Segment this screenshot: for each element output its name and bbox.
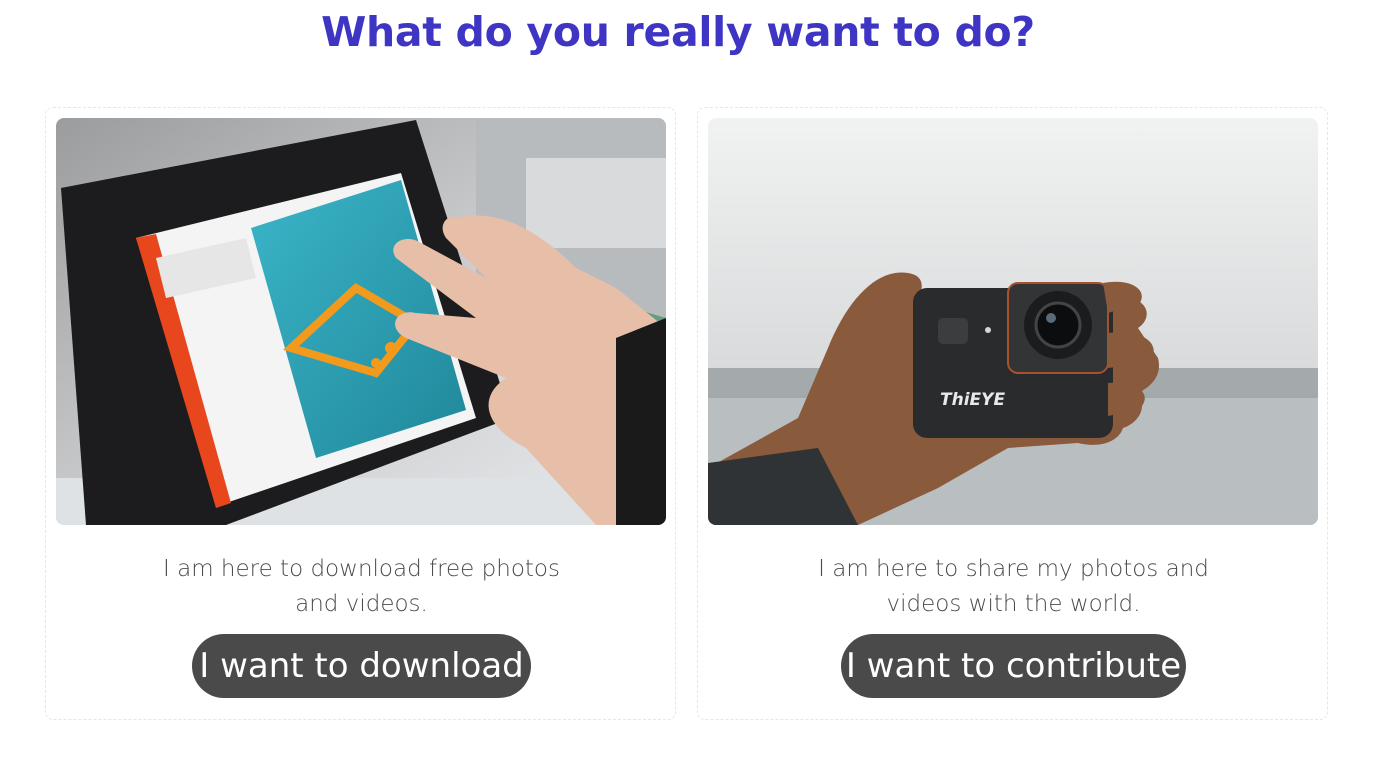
- download-button[interactable]: I want to download: [192, 634, 531, 698]
- tablet-touchscreen-photo: [56, 118, 666, 525]
- download-description-line-2: and videos.: [295, 591, 428, 617]
- download-card: I am here to download free photos and vi…: [45, 107, 676, 720]
- contribute-description-line-1: I am here to share my photos and: [818, 556, 1209, 582]
- download-description-line-1: I am here to download free photos: [163, 556, 560, 582]
- contribute-button[interactable]: I want to contribute: [841, 634, 1186, 698]
- action-camera-in-hand-photo: ThiEYE: [708, 118, 1318, 525]
- contribute-description: I am here to share my photos and videos …: [698, 552, 1329, 622]
- contribute-card: ThiEYE I am here to share my photos and …: [697, 107, 1328, 720]
- contribute-description-line-2: videos with the world.: [886, 591, 1141, 617]
- page-title: What do you really want to do?: [321, 8, 1035, 56]
- camera-brand-text: ThiEYE: [940, 390, 1005, 410]
- download-description: I am here to download free photos and vi…: [46, 552, 677, 622]
